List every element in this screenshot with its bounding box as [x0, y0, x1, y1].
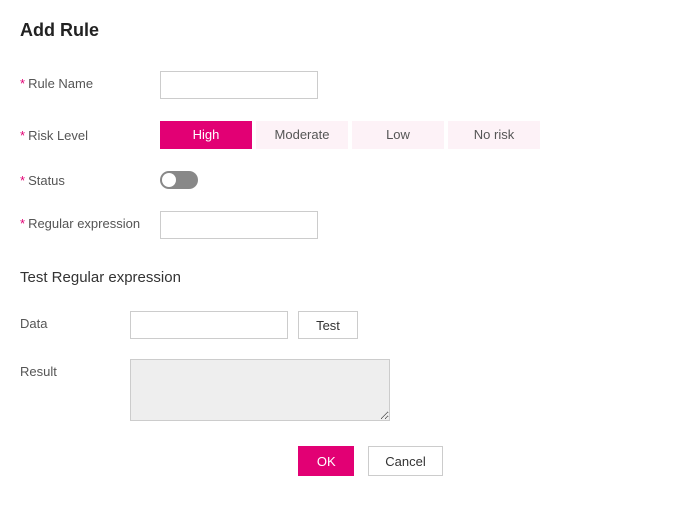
result-output: [130, 359, 390, 421]
ok-button[interactable]: OK: [298, 446, 354, 476]
risk-level-moderate[interactable]: Moderate: [256, 121, 348, 149]
status-toggle[interactable]: [160, 171, 198, 189]
rule-form: *Rule Name *Risk Level High Moderate Low…: [20, 71, 661, 239]
test-section: Test Regular expression Data Test Result: [20, 269, 661, 421]
required-star-icon: *: [20, 216, 25, 231]
data-input[interactable]: [130, 311, 288, 339]
page-title: Add Rule: [20, 20, 661, 41]
cancel-button[interactable]: Cancel: [368, 446, 442, 476]
test-section-heading: Test Regular expression: [20, 269, 661, 286]
status-label-text: Status: [28, 173, 65, 188]
rule-name-label: *Rule Name: [20, 71, 160, 91]
result-label: Result: [20, 359, 130, 379]
toggle-knob-icon: [162, 173, 176, 187]
risk-level-high[interactable]: High: [160, 121, 252, 149]
test-button[interactable]: Test: [298, 311, 358, 339]
rule-name-label-text: Rule Name: [28, 76, 93, 91]
regex-input[interactable]: [160, 211, 318, 239]
risk-level-low[interactable]: Low: [352, 121, 444, 149]
required-star-icon: *: [20, 76, 25, 91]
risk-level-label: *Risk Level: [20, 128, 160, 143]
risk-level-label-text: Risk Level: [28, 128, 88, 143]
risk-level-norisk[interactable]: No risk: [448, 121, 540, 149]
footer-buttons: OK Cancel: [80, 446, 661, 476]
data-label: Data: [20, 311, 130, 331]
regex-label: *Regular expression: [20, 211, 160, 231]
required-star-icon: *: [20, 173, 25, 188]
rule-name-input[interactable]: [160, 71, 318, 99]
required-star-icon: *: [20, 128, 25, 143]
status-label: *Status: [20, 173, 160, 188]
risk-level-group: High Moderate Low No risk: [160, 121, 544, 149]
regex-label-text: Regular expression: [28, 216, 140, 231]
